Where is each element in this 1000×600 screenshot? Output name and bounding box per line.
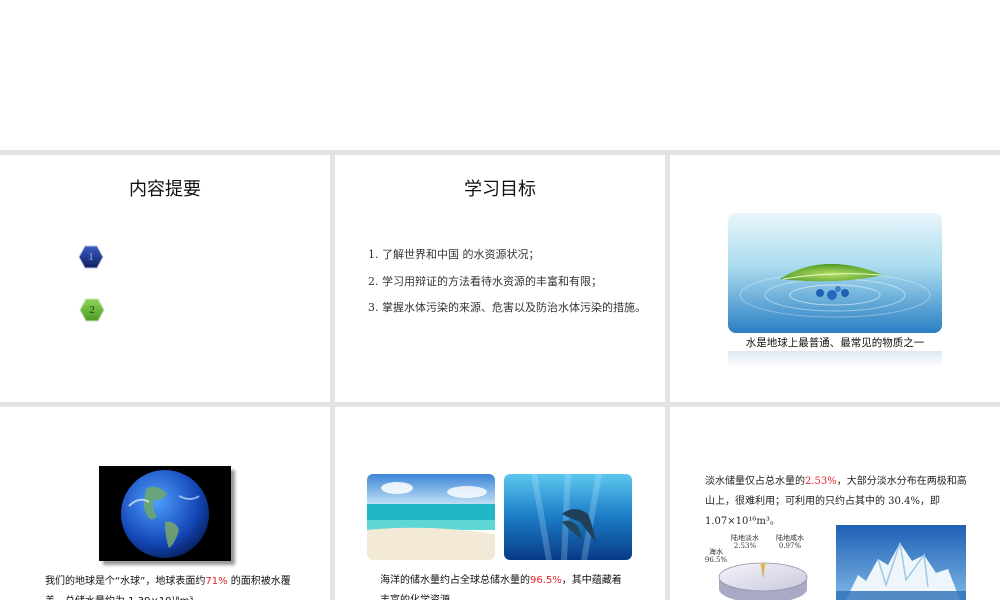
pie-label-salt-value: 0.97% [778, 542, 802, 550]
pie-label-sea-name: 海水 [709, 548, 723, 556]
outline-item-1-badge: 1 [78, 245, 104, 269]
goal-item: 1. 了解世界和中国 的水资源状况； [368, 248, 540, 261]
slide-thumbnail-outline[interactable]: 内容提要 1 2 [0, 155, 330, 402]
slide-title: 学习目标 [464, 179, 536, 200]
pie-label-salt-name: 陆地咸水 [776, 534, 804, 542]
slide-thumbnail-water[interactable]: 水是地球上最普通、最常见的物质之一 [670, 155, 1000, 402]
earth-highlight: 71% [205, 576, 228, 587]
slide-thumbnail-freshwater[interactable]: 淡水储量仅占总水量的2.53%，大部分淡水分布在两极和高山上，很难利用；可利用的… [670, 407, 1000, 600]
slide-thumbnail-earth[interactable]: 我们的地球是个“水球”，地球表面约71% 的面积被水覆盖，总储水量约为 1.39… [0, 407, 330, 600]
slide-title: 内容提要 [129, 179, 201, 200]
goal-item: 3. 掌握水体污染的来源、危害以及防治水体污染的措施。 [368, 301, 646, 314]
ocean-text-a: 海洋的储水量约占全球总储水量的 [380, 575, 530, 586]
goals-list: 1. 了解世界和中国 的水资源状况； 2. 学习用辩证的方法看待水资源的丰富和有… [368, 247, 646, 327]
ocean-highlight: 96.5% [530, 575, 562, 586]
earth-text-a: 我们的地球是个“水球”，地球表面约 [45, 576, 206, 587]
freshwater-description: 淡水储量仅占总水量的2.53%，大部分淡水分布在两极和高山上，很难利用；可利用的… [705, 472, 967, 532]
slide-thumbnail-ocean[interactable]: 海洋的储水量约占全球总储水量的96.5%，其中蕴藏着丰富的化学资源。 [335, 407, 665, 600]
pie-label-sea: 海水 96.5% [700, 548, 732, 564]
pie-label-fresh-name: 陆地淡水 [731, 534, 759, 542]
top-blank-area [0, 0, 1000, 150]
outline-item-2-number: 2 [89, 304, 95, 316]
earth-description: 我们的地球是个“水球”，地球表面约71% 的面积被水覆盖，总储水量约为 1.39… [45, 572, 295, 600]
slide-thumbnail-goals[interactable]: 学习目标 1. 了解世界和中国 的水资源状况； 2. 学习用辩证的方法看待水资源… [335, 155, 665, 402]
pie-label-sea-value: 96.5% [704, 556, 728, 564]
water-leaf-image [728, 213, 942, 333]
outline-item-2-badge: 2 [79, 298, 105, 322]
iceberg-image [836, 525, 966, 600]
freshwater-highlight: 2.53% [805, 476, 837, 487]
freshwater-text-a: 淡水储量仅占总水量的 [705, 476, 805, 487]
outline-item-1-number: 1 [88, 251, 94, 263]
image-reflection [728, 351, 942, 367]
earth-image [99, 466, 231, 561]
ocean-description: 海洋的储水量约占全球总储水量的96.5%，其中蕴藏着丰富的化学资源。 [380, 571, 630, 600]
goal-item: 2. 学习用辩证的方法看待水资源的丰富和有限； [368, 274, 602, 288]
dolphins-image [504, 474, 632, 560]
beach-image [367, 474, 495, 560]
pie-label-salt: 陆地咸水 0.97% [770, 534, 810, 550]
water-caption: 水是地球上最普通、最常见的物质之一 [745, 337, 925, 349]
